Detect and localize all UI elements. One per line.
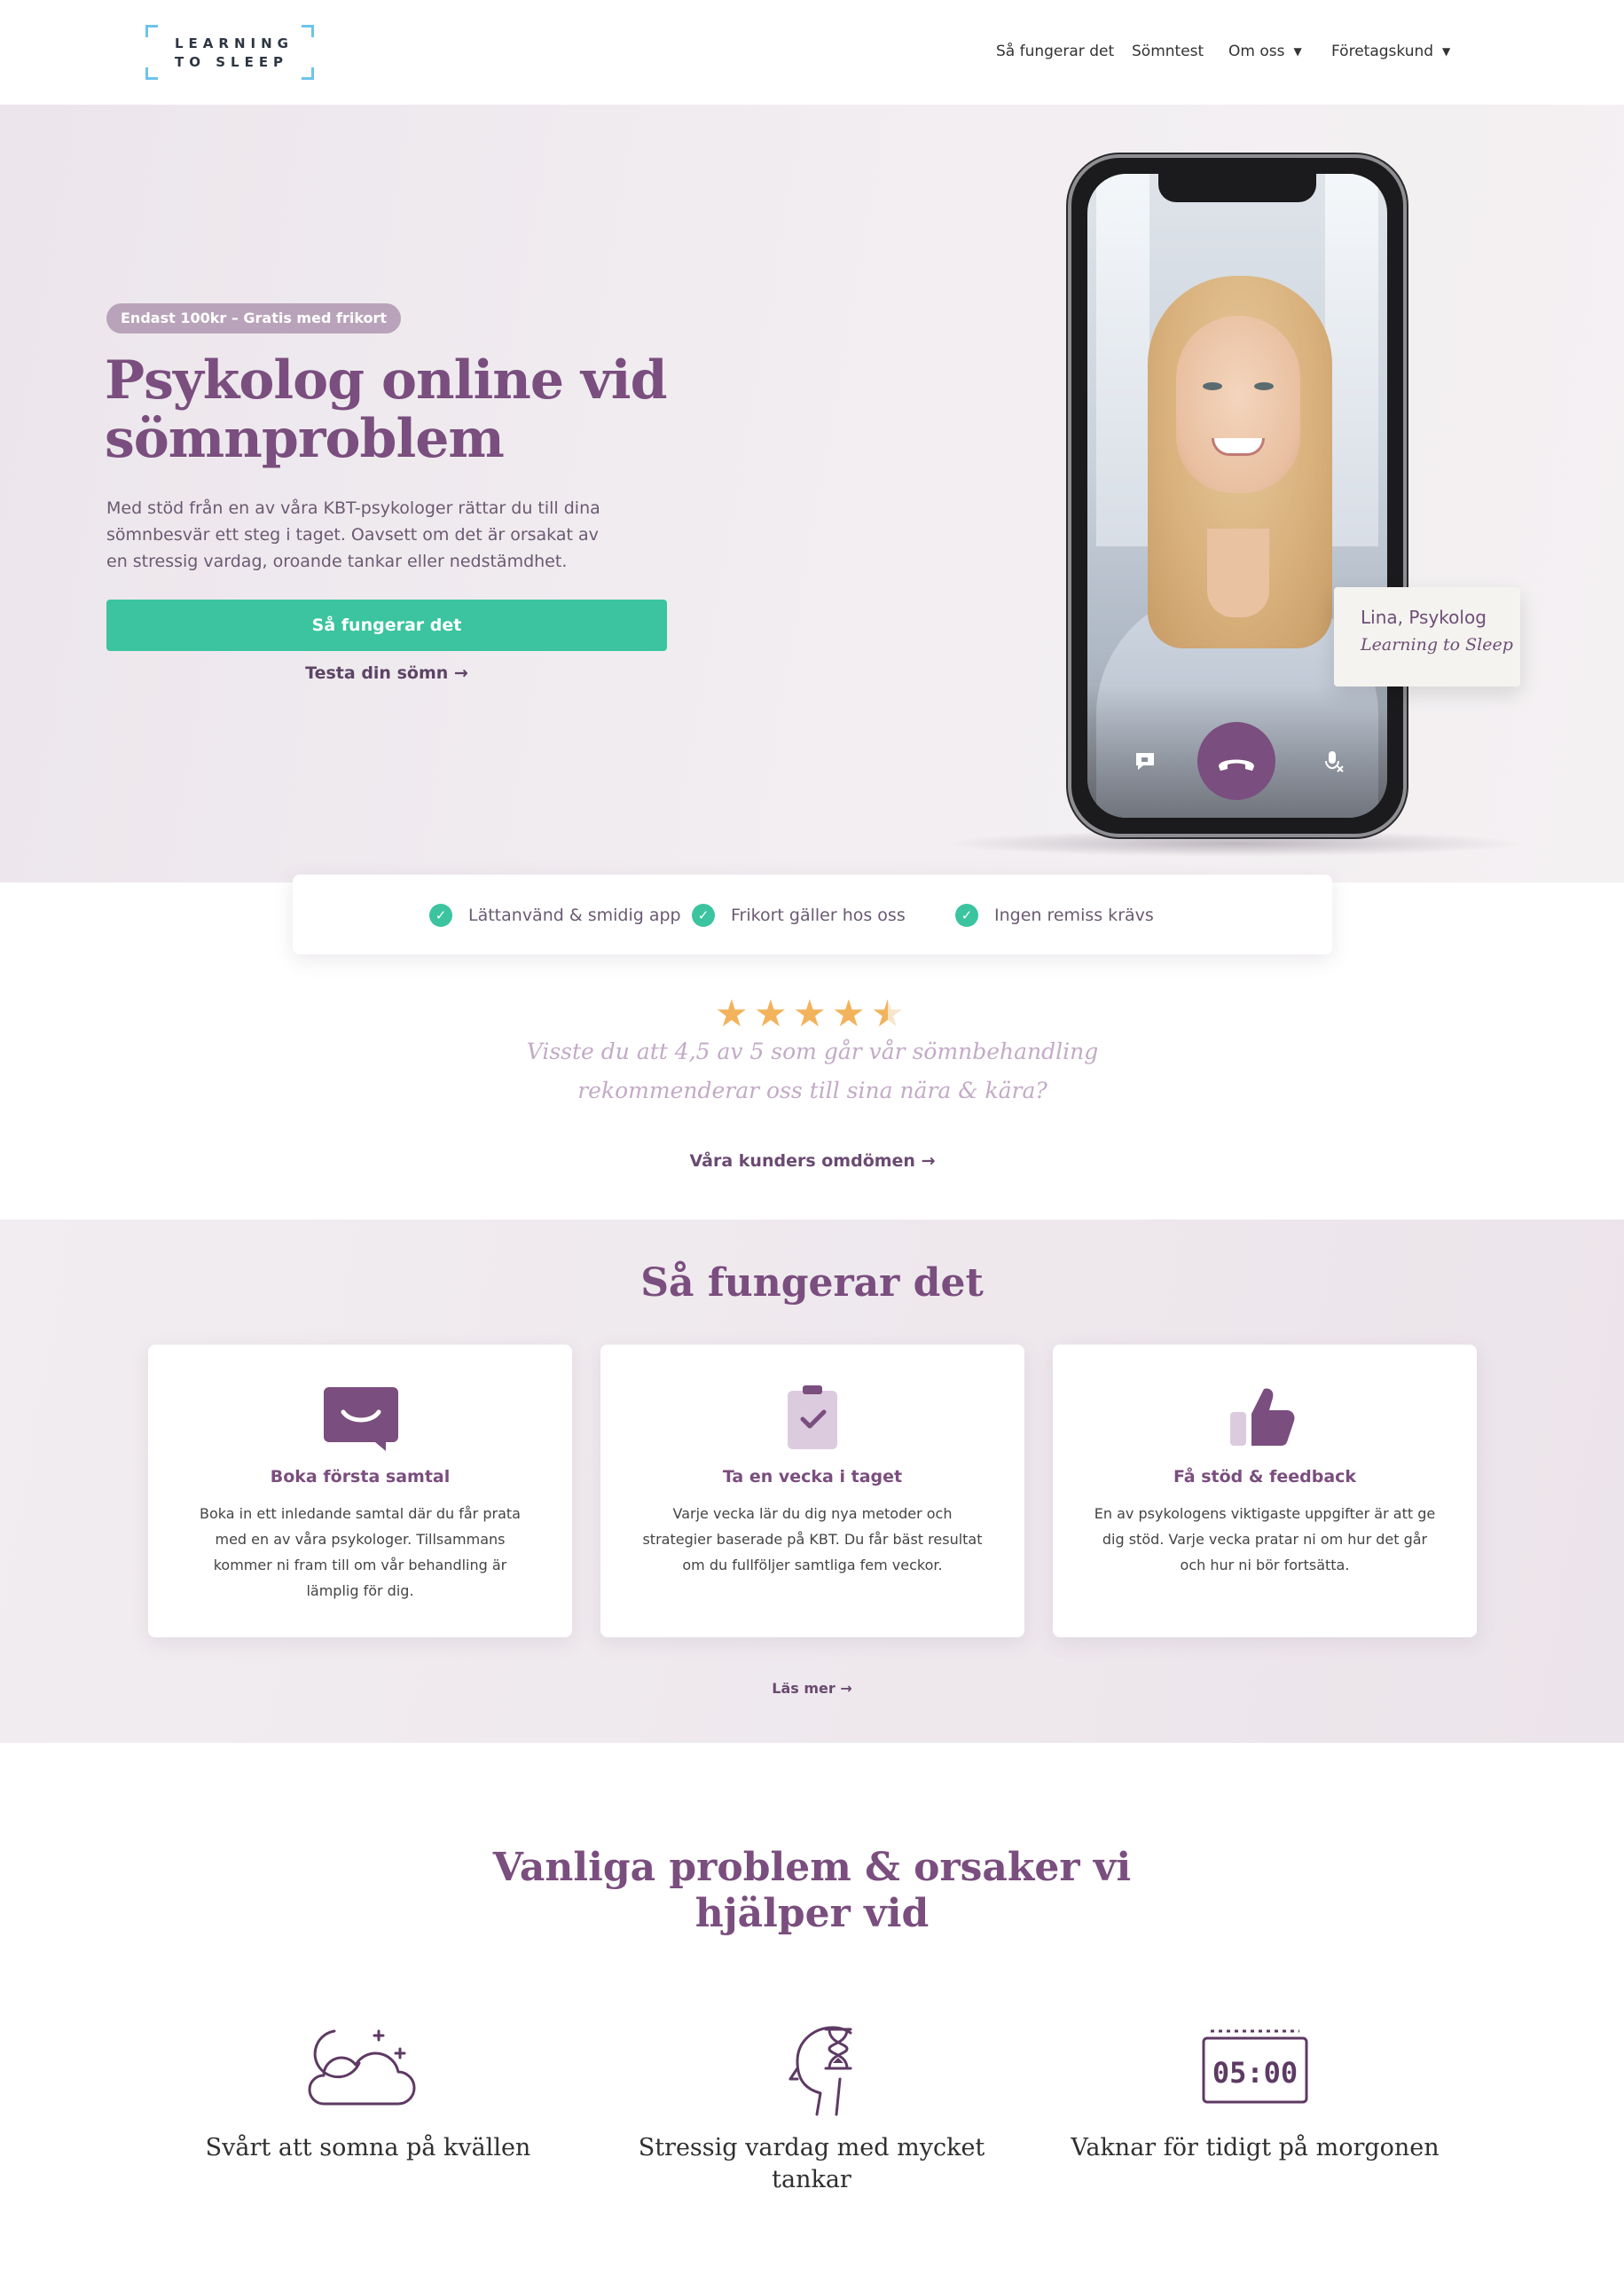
check-circle-icon: ✓ — [429, 904, 452, 927]
caret-down-icon: ▼ — [1442, 45, 1451, 58]
nav-item-about[interactable]: Om oss ▼ — [1228, 43, 1302, 60]
step-card: Ta en vecka i taget Varje vecka lär du d… — [600, 1345, 1024, 1637]
brand-signature: Learning to Sleep — [1361, 635, 1513, 655]
chat-smile-icon — [148, 1384, 572, 1451]
logo[interactable]: LEARNING TO SLEEP — [145, 25, 314, 80]
sleep-test-link[interactable]: Testa din sömn → — [106, 663, 667, 683]
phone-mockup — [1068, 154, 1407, 837]
step-description: En av psykologens viktigaste uppgifter ä… — [1094, 1505, 1436, 1573]
step-description: Varje vecka lär du dig nya metoder och s… — [642, 1505, 983, 1573]
nav-item-label: Så fungerar det — [996, 43, 1115, 60]
hero-description: Med stöd från en av våra KBT-psykologer … — [106, 498, 600, 571]
check-circle-icon: ✓ — [692, 904, 715, 927]
step-description: Boka in ett inledande samtal där du får … — [200, 1505, 521, 1599]
background-window — [1096, 174, 1149, 546]
how-it-works-section: Så fungerar det Boka första samtal Boka … — [0, 1220, 1624, 1743]
feature-item: ✓ Frikort gäller hos oss — [692, 904, 906, 927]
step-card: Få stöd & feedback En av psykologens vik… — [1053, 1345, 1477, 1637]
logo-bracket — [302, 67, 314, 80]
psychologist-name-card: Lina, Psykolog Learning to Sleep — [1334, 587, 1520, 686]
how-it-works-button[interactable]: Så fungerar det — [106, 600, 667, 651]
thumbs-up-icon — [1053, 1384, 1477, 1451]
star-rating: ★ ★ ★ ★ ★ — [715, 992, 910, 1036]
quote-line: rekommenderar oss till sina nära & kära? — [577, 1078, 1047, 1103]
psychologist-name: Lina, Psykolog — [1361, 607, 1487, 628]
nav-item-label: Sömntest — [1132, 43, 1204, 60]
features-strip: ✓ Lättanvänd & smidig app ✓ Frikort gäll… — [293, 875, 1332, 954]
problem-label: Svårt att somna på kvällen — [205, 2134, 531, 2161]
problems-title-line: hjälper vid — [694, 1891, 930, 1936]
star-icon: ★ — [754, 992, 788, 1035]
problem-label: Vaknar för tidigt på morgonen — [1071, 2134, 1440, 2161]
caret-down-icon: ▼ — [1293, 45, 1302, 58]
problem-label: Stressig vardag med mycket tankar — [638, 2134, 985, 2193]
hero-title: Psykolog online vid sömnproblem — [105, 349, 668, 470]
psychologist-face — [1176, 316, 1300, 493]
logo-bracket — [145, 25, 158, 37]
reviews-link[interactable]: Våra kunders omdömen → — [546, 1151, 1079, 1171]
quote-line: Visste du att 4,5 av 5 som går vår sömnb… — [526, 1039, 1099, 1064]
half-star-icon: ★ — [871, 992, 905, 1035]
moon-cloud-icon — [182, 2024, 554, 2122]
star-icon: ★ — [793, 992, 827, 1035]
site-header: LEARNING TO SLEEP Så fungerar det Sömnte… — [0, 0, 1624, 105]
problem-item: Svårt att somna på kvällen — [182, 2024, 554, 2164]
chat-icon — [1132, 749, 1158, 775]
background-window — [1325, 174, 1378, 546]
check-circle-icon: ✓ — [955, 904, 978, 927]
phone-notch — [1158, 174, 1316, 202]
smile — [1212, 438, 1265, 456]
video-call-screen — [1087, 174, 1387, 818]
clipboard-check-icon — [600, 1384, 1024, 1451]
problem-item: 05:00 Vaknar för tidigt på morgonen — [1069, 2024, 1441, 2164]
step-title: Få stöd & feedback — [1173, 1467, 1357, 1487]
feature-label: Ingen remiss krävs — [994, 906, 1154, 925]
logo-bracket — [145, 67, 158, 80]
nav-item-business[interactable]: Företagskund ▼ — [1331, 43, 1450, 60]
star-icon: ★ — [832, 992, 866, 1035]
nav-item-label: Företagskund — [1331, 43, 1434, 60]
problem-item: Stressig vardag med mycket tankar — [625, 2024, 998, 2196]
step-title: Ta en vecka i taget — [722, 1467, 903, 1487]
hero-section: Endast 100kr – Gratis med frikort Psykol… — [0, 105, 1624, 883]
feature-item: ✓ Lättanvänd & smidig app — [429, 904, 681, 927]
head-hourglass-icon — [625, 2024, 998, 2122]
nav-item-how-it-works[interactable]: Så fungerar det — [996, 43, 1114, 60]
logo-text-line1: LEARNING — [175, 35, 294, 51]
hang-up-button — [1197, 722, 1275, 800]
logo-text-line2: TO SLEEP — [175, 54, 289, 70]
feature-label: Lättanvänd & smidig app — [468, 906, 681, 925]
mic-muted-icon — [1320, 749, 1346, 775]
feature-item: ✓ Ingen remiss krävs — [955, 904, 1154, 927]
step-card: Boka första samtal Boka in ett inledande… — [148, 1345, 572, 1637]
star-icon: ★ — [715, 992, 749, 1035]
section-title: Så fungerar det — [640, 1260, 984, 1306]
nav-item-label: Om oss — [1228, 43, 1285, 60]
step-title: Boka första samtal — [270, 1467, 451, 1487]
problems-title: Vanliga problem & orsaker vi hjälper vid — [0, 1845, 1624, 1937]
feature-label: Frikort gäller hos oss — [731, 906, 906, 925]
nav-item-sleep-test[interactable]: Sömntest — [1132, 43, 1204, 60]
problems-title-line: Vanliga problem & orsaker vi — [492, 1845, 1132, 1890]
eye — [1203, 382, 1222, 390]
logo-bracket — [302, 25, 314, 37]
eye — [1254, 382, 1274, 390]
read-more-link[interactable]: Läs mer → — [0, 1680, 1624, 1697]
psychologist-neck — [1207, 529, 1269, 617]
price-badge: Endast 100kr – Gratis med frikort — [106, 303, 402, 333]
recommendation-quote: Visste du att 4,5 av 5 som går vår sömnb… — [497, 1032, 1128, 1110]
clock-display: 05:00 — [1212, 2056, 1298, 2090]
alarm-clock-icon: 05:00 — [1069, 2024, 1441, 2122]
